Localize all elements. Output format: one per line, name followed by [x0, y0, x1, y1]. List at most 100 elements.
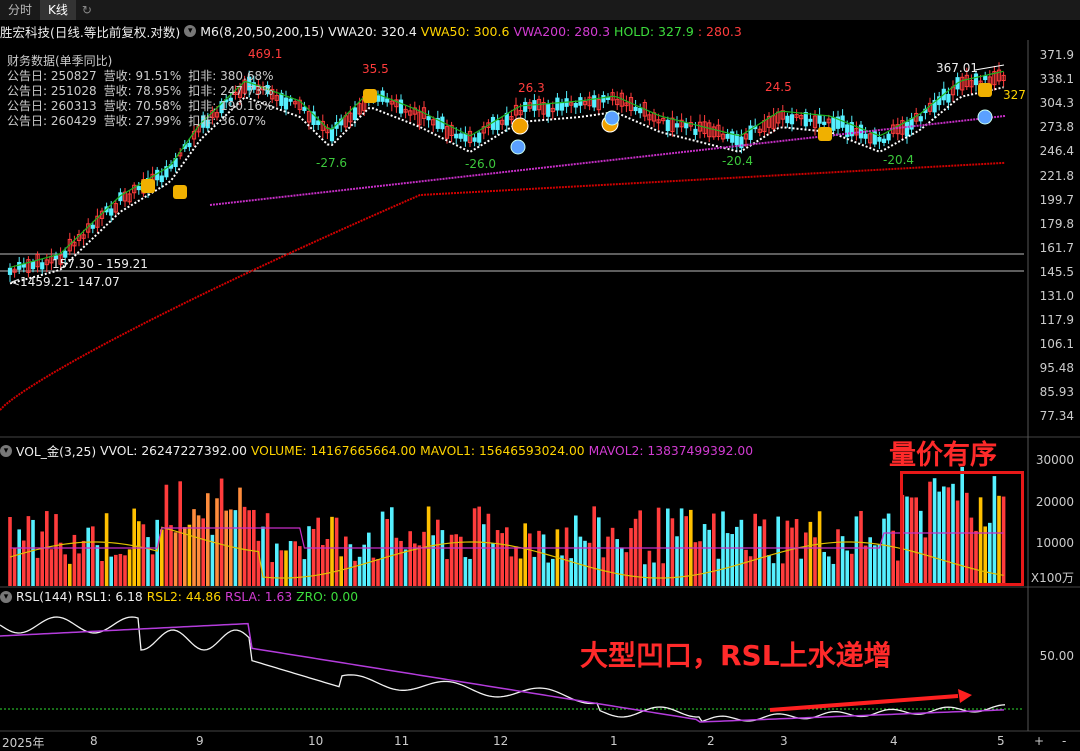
volume-bar [771, 563, 776, 586]
volume-bar [891, 530, 895, 586]
volume-bar [652, 562, 656, 586]
volume-bar [477, 506, 481, 586]
volume-bar [850, 553, 854, 586]
rsl-indicator-name: RSL(144) [16, 590, 73, 604]
high-label: 469.1 [248, 47, 283, 61]
volume-bar [49, 549, 54, 586]
volume-bar [321, 544, 325, 586]
volume-bar [325, 539, 330, 586]
volume-bar [242, 506, 247, 586]
volume-bar [380, 511, 385, 586]
volume-bar [238, 487, 242, 586]
volume-bar [702, 524, 707, 586]
finance-event-icon [173, 185, 187, 199]
candle-body [40, 262, 45, 270]
volume-bar [109, 556, 113, 586]
price-axis-label: 106.1 [1039, 337, 1074, 351]
candle-body [573, 103, 578, 108]
volume-bar [518, 558, 523, 586]
volume-bar [293, 541, 297, 586]
volume-bar [523, 523, 527, 586]
volume-bar [344, 536, 348, 586]
candle-body [329, 128, 335, 142]
price-axis-label: 304.3 [1039, 96, 1074, 110]
volume-bar [799, 558, 803, 586]
volume-bar [252, 509, 256, 586]
volume-bar [104, 513, 109, 586]
price-axis-label: 117.9 [1039, 313, 1074, 327]
candle-body [674, 123, 680, 128]
time-axis-label: 4 [890, 734, 898, 748]
fin-profit: 扣非: 247.73% [188, 84, 274, 98]
candle-body [789, 114, 795, 125]
price-axis-label: 371.9 [1039, 48, 1074, 62]
volume-bar [643, 564, 647, 586]
volume-bar [486, 513, 491, 586]
chevron-down-icon[interactable]: ▾ [0, 445, 12, 457]
fin-profit: 扣非: 190.16% [188, 99, 274, 113]
candle-body [904, 121, 910, 137]
volume-bar [822, 551, 826, 586]
price-axis-label: 221.8 [1039, 169, 1074, 183]
candle-body [918, 116, 923, 122]
candle-body [909, 118, 914, 130]
volume-bar [91, 526, 95, 586]
volume-panel-title: ▾ VOL_金(3,25) VVOL: 26247227392.00 VOLUM… [0, 442, 753, 460]
rsl-panel-title: ▾ RSL(144) RSL1: 6.18 RSL2: 44.86 RSLA: … [0, 590, 358, 604]
volume-bar [656, 507, 661, 586]
volume-bar [141, 524, 146, 586]
vol-axis-label: 30000 [1035, 453, 1074, 467]
volume-bar [311, 528, 316, 586]
volume-bar [206, 493, 210, 586]
volume-bar [629, 528, 633, 586]
zoom-in-button[interactable]: + [1034, 734, 1044, 748]
volume-bar [739, 519, 744, 586]
volume-bar [169, 525, 173, 586]
volume-bar [86, 527, 90, 586]
volume-bar [781, 563, 785, 586]
zoom-out-button[interactable]: - [1062, 734, 1066, 748]
volume-bar [270, 562, 274, 586]
volume-bar [118, 553, 123, 586]
volume-bar [463, 557, 468, 586]
volume-bar [95, 545, 100, 586]
chevron-down-icon[interactable]: ▾ [0, 591, 12, 603]
candle-body [352, 107, 358, 121]
volume-bar [597, 517, 601, 586]
time-axis-label: 12 [493, 734, 509, 748]
high-label: 26.3 [518, 81, 545, 95]
volume-bar [196, 515, 201, 586]
candle-body [808, 118, 813, 122]
volume-bar [275, 543, 279, 586]
candle-body [592, 95, 597, 108]
volume-bar [100, 561, 104, 586]
candle-body [385, 98, 390, 103]
range-label: <1459.21- 147.07 [10, 275, 120, 289]
volume-bar [164, 484, 169, 586]
low-label: -20.4 [883, 153, 915, 167]
volume-bar [394, 537, 399, 586]
candle-body [7, 267, 13, 275]
volume-bar [35, 557, 40, 586]
candle-body [463, 133, 468, 142]
candle-body [426, 116, 431, 121]
volume-bar [408, 531, 412, 586]
price-axis-label: 199.7 [1039, 193, 1074, 207]
volume-bar [229, 509, 233, 586]
volume-bar [376, 559, 380, 586]
volume-bar [744, 549, 748, 586]
candle-body [398, 99, 404, 114]
signal-dot-icon [510, 139, 526, 155]
current-price-label: 327 [1003, 88, 1026, 102]
candle-body [546, 103, 551, 117]
finance-event-icon [978, 83, 992, 97]
price-axis-label: 145.5 [1039, 265, 1074, 279]
candle-body [283, 97, 289, 110]
price-axis-label: 246.4 [1039, 144, 1074, 158]
volume-bar [353, 560, 357, 586]
volume-bar [647, 550, 652, 586]
candle-body [983, 75, 988, 81]
volume-bar [288, 541, 293, 586]
range-label: 157.30 - 159.21 [52, 257, 148, 271]
volume-bar [827, 556, 831, 586]
